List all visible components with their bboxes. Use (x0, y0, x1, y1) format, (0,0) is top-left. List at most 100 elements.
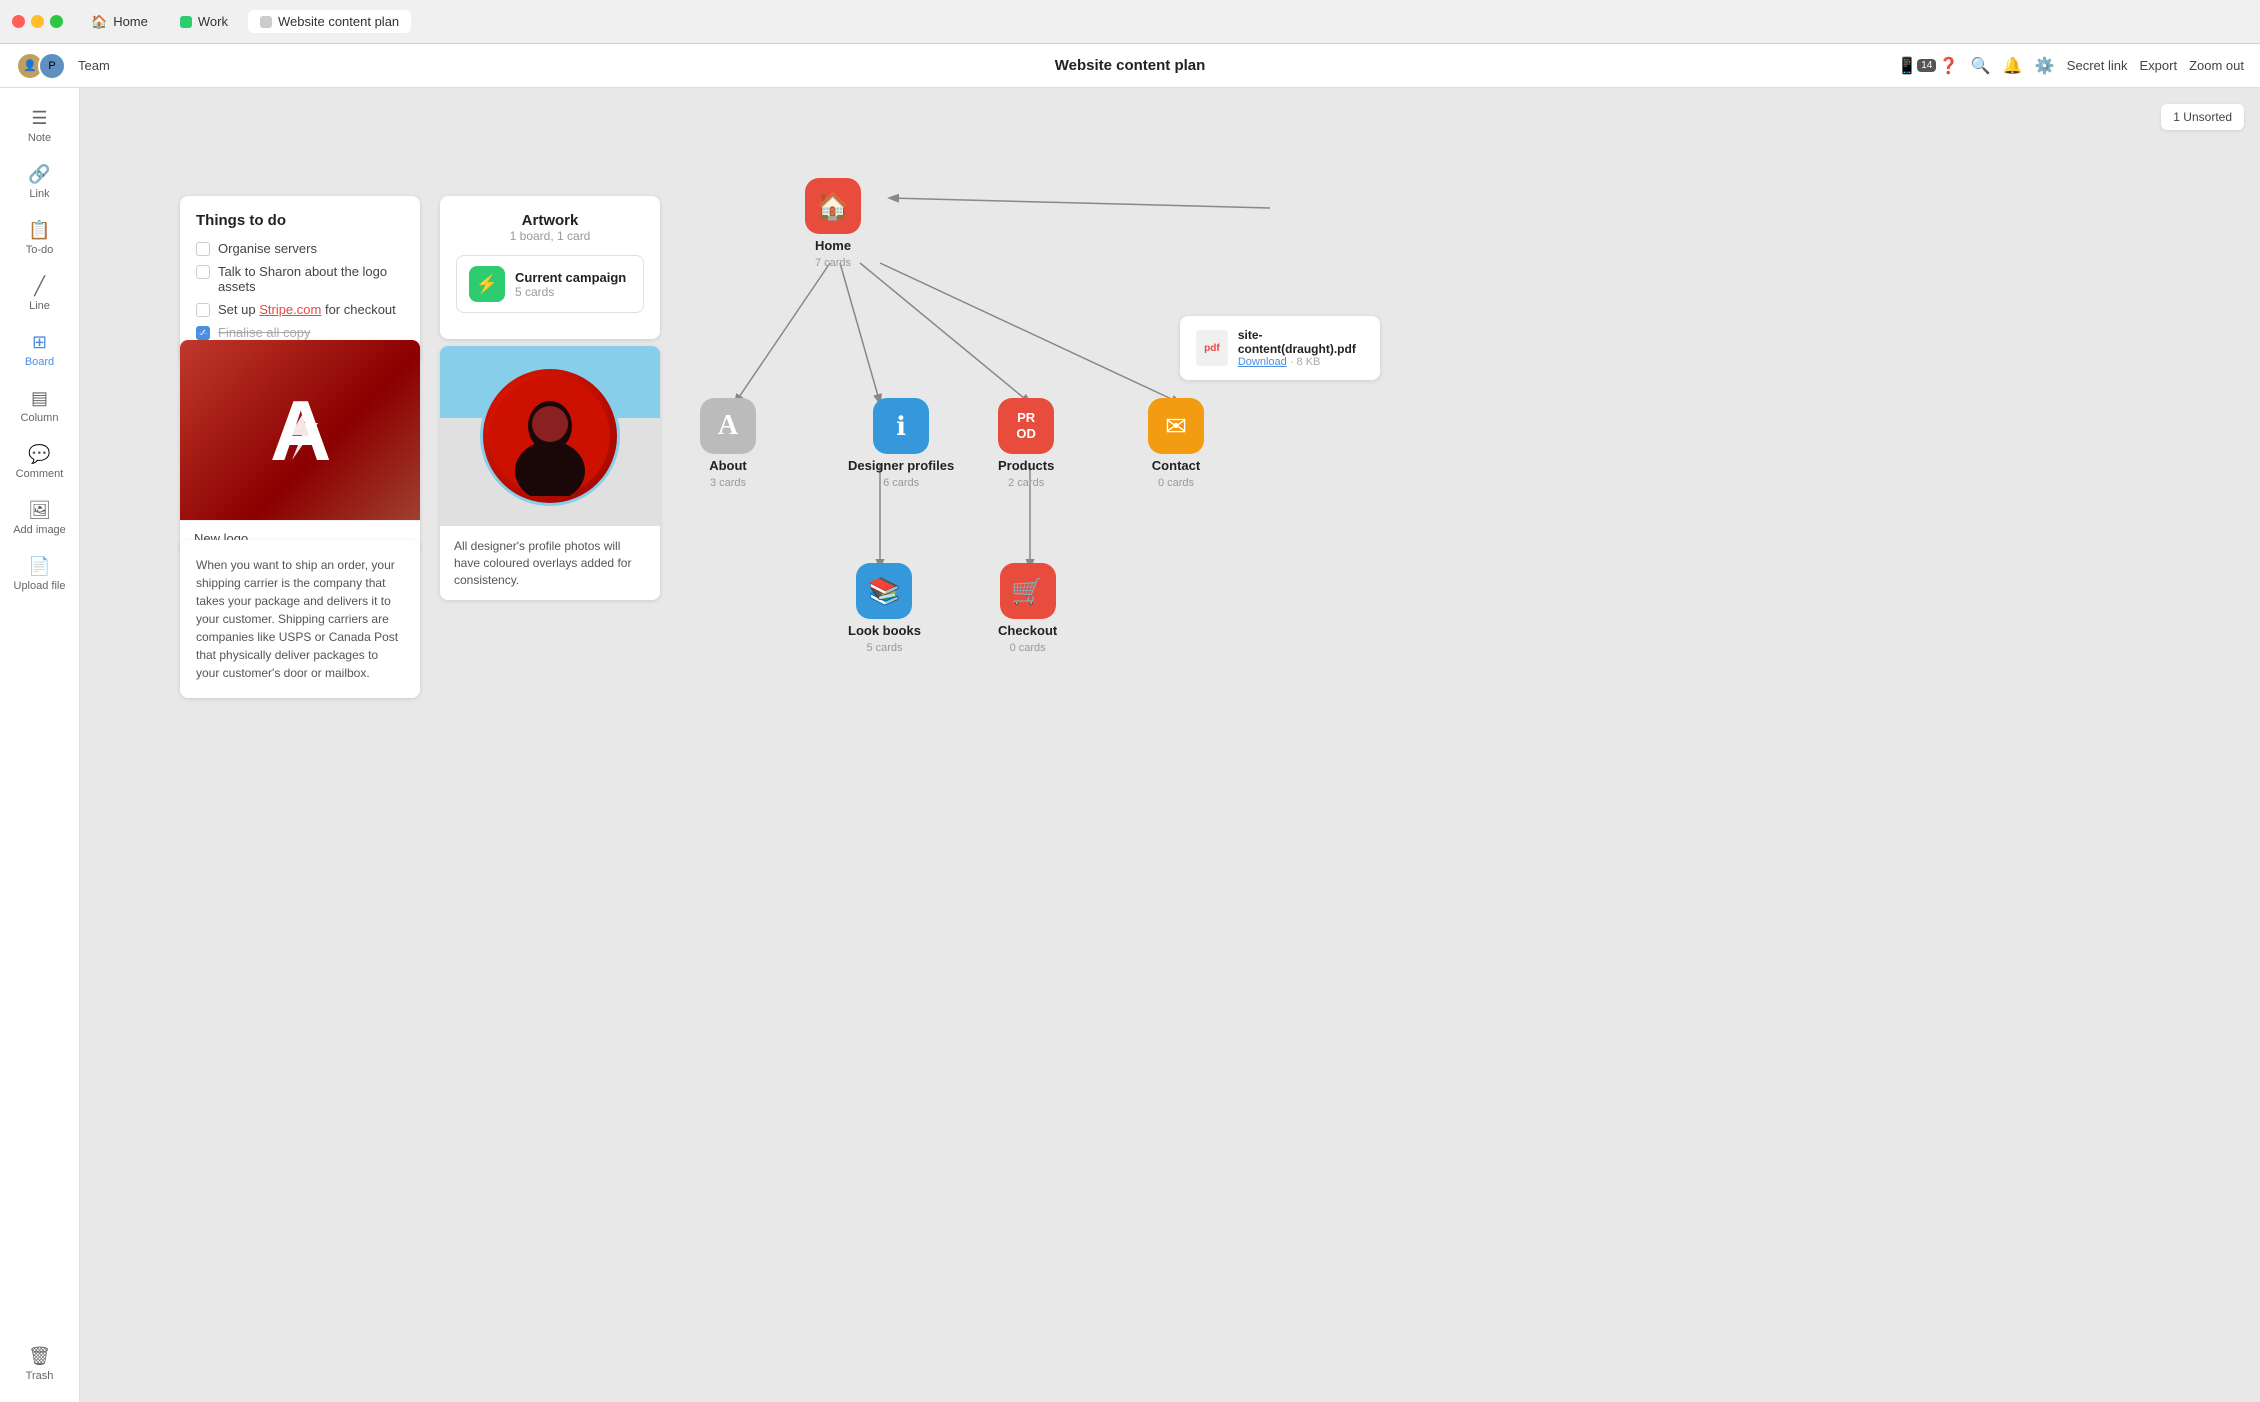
sidebar-label-column: Column (21, 412, 59, 424)
sidebar-label-upload: Upload file (14, 580, 66, 592)
bolt-logo-svg: A (260, 385, 340, 475)
checkbox-4[interactable]: ✓ (196, 326, 210, 340)
designer-icon: ℹ (873, 398, 929, 454)
secret-link-button[interactable]: Secret link (2067, 58, 2128, 73)
todo-item-2: Talk to Sharon about the logo assets (196, 264, 404, 294)
website-tab-label: Website content plan (278, 14, 399, 29)
photo-area (440, 346, 660, 526)
tab-home[interactable]: 🏠 Home (79, 10, 160, 34)
image-card[interactable]: A New logo (180, 340, 420, 556)
comment-icon: 💬 (28, 444, 50, 465)
node-lookbooks[interactable]: 📚 Look books 5 cards (848, 563, 921, 654)
photo-card[interactable]: All designer's profile photos will have … (440, 346, 660, 600)
about-sub: 3 cards (710, 477, 746, 489)
sidebar-item-note[interactable]: ☰ Note (0, 100, 79, 152)
text-card[interactable]: When you want to ship an order, your shi… (180, 540, 420, 698)
main-layout: ☰ Note 🔗 Link 📋 To-do ╱ Line ⊞ Board ▤ C… (0, 88, 2260, 1402)
sidebar-item-add-image[interactable]: 🖼 Add image (0, 492, 79, 544)
todo-item-3: Set up Stripe.com for checkout (196, 302, 404, 317)
about-icon: A (700, 398, 756, 454)
board-icon: ⊞ (32, 332, 47, 353)
website-tab-dot (260, 16, 272, 28)
mindmap: 🏠 Home 7 cards A About 3 cards ℹ Designe… (640, 168, 1400, 818)
node-contact[interactable]: ✉ Contact 0 cards (1148, 398, 1204, 489)
help-icon[interactable]: ❓ (1939, 56, 1959, 76)
sidebar-label-note: Note (28, 132, 51, 144)
tab-work[interactable]: Work (168, 10, 240, 33)
note-icon: ☰ (31, 108, 47, 129)
sidebar-label-trash: Trash (26, 1370, 54, 1382)
menubar: 👤 P Team Website content plan 📱 14 ❓ 🔍 🔔… (0, 44, 2260, 88)
checkout-icon: 🛒 (1000, 563, 1056, 619)
pdf-download-link[interactable]: Download (1238, 356, 1287, 368)
close-button[interactable] (12, 15, 25, 28)
unsorted-badge: 1 Unsorted (2161, 104, 2244, 130)
sidebar-item-board[interactable]: ⊞ Board (0, 324, 79, 376)
todo-card[interactable]: Things to do Organise servers Talk to Sh… (180, 196, 420, 364)
campaign-icon: ⚡ (469, 266, 505, 302)
sidebar-label-comment: Comment (16, 468, 64, 480)
campaign-info: Current campaign 5 cards (515, 270, 626, 299)
todo-item-4: ✓ Finalise all copy (196, 325, 404, 340)
contact-icon: ✉ (1148, 398, 1204, 454)
checkbox-1[interactable] (196, 242, 210, 256)
products-label: Products (998, 458, 1054, 473)
artwork-title: Artwork (456, 212, 644, 229)
photo-caption: All designer's profile photos will have … (440, 526, 660, 600)
sidebar-item-upload[interactable]: 📄 Upload file (0, 548, 79, 600)
settings-icon[interactable]: ⚙️ (2035, 56, 2055, 76)
tab-website[interactable]: Website content plan (248, 10, 411, 33)
upload-icon: 📄 (28, 556, 50, 577)
lookbooks-sub: 5 cards (866, 642, 902, 654)
lookbooks-label: Look books (848, 623, 921, 638)
sidebar-item-line[interactable]: ╱ Line (0, 268, 79, 320)
export-button[interactable]: Export (2140, 58, 2178, 73)
home-tab-icon: 🏠 (91, 14, 107, 30)
logo-image: A (180, 340, 420, 520)
campaign-row[interactable]: ⚡ Current campaign 5 cards (456, 255, 644, 313)
sidebar-item-trash[interactable]: 🗑 Trash (0, 1338, 79, 1390)
sidebar-item-todo[interactable]: 📋 To-do (0, 212, 79, 264)
text-content: When you want to ship an order, your shi… (196, 556, 404, 682)
canvas[interactable]: 1 Unsorted Things to do Organise servers… (80, 88, 2260, 1402)
bell-icon[interactable]: 🔔 (2003, 56, 2023, 76)
minimize-button[interactable] (31, 15, 44, 28)
designer-label: Designer profiles (848, 458, 954, 473)
sidebar-item-column[interactable]: ▤ Column (0, 380, 79, 432)
todo-item-1: Organise servers (196, 241, 404, 256)
node-designer[interactable]: ℹ Designer profiles 6 cards (848, 398, 954, 489)
artwork-card[interactable]: Artwork 1 board, 1 card ⚡ Current campai… (440, 196, 660, 339)
zoom-button[interactable]: Zoom out (2189, 58, 2244, 73)
sidebar-item-comment[interactable]: 💬 Comment (0, 436, 79, 488)
node-about[interactable]: A About 3 cards (700, 398, 756, 489)
home-label: Home (815, 238, 851, 253)
pdf-meta: Download · 8 KB (1238, 356, 1364, 368)
node-products[interactable]: PROD Products 2 cards (998, 398, 1054, 489)
checkbox-2[interactable] (196, 265, 210, 279)
menubar-right: 📱 14 ❓ 🔍 🔔 ⚙️ Secret link Export Zoom ou… (1907, 56, 2244, 76)
todo-icon: 📋 (28, 220, 50, 241)
checkout-sub: 0 cards (1010, 642, 1046, 654)
campaign-count: 5 cards (515, 285, 626, 299)
team-button[interactable]: Team (78, 58, 110, 73)
sidebar-label-add-image: Add image (13, 524, 66, 536)
checkbox-3[interactable] (196, 303, 210, 317)
device-icon: 📱 14 (1907, 56, 1927, 76)
traffic-lights (12, 15, 63, 28)
search-icon[interactable]: 🔍 (1971, 56, 1991, 76)
sidebar-label-board: Board (25, 356, 54, 368)
avatar-2: P (38, 52, 66, 80)
products-sub: 2 cards (1008, 477, 1044, 489)
maximize-button[interactable] (50, 15, 63, 28)
designer-sub: 6 cards (883, 477, 919, 489)
node-home[interactable]: 🏠 Home 7 cards (805, 178, 861, 269)
stripe-link[interactable]: Stripe.com (259, 302, 321, 317)
pdf-card[interactable]: pdf site-content(draught).pdf Download ·… (1180, 316, 1380, 380)
line-icon: ╱ (34, 276, 45, 297)
sidebar-item-link[interactable]: 🔗 Link (0, 156, 79, 208)
column-icon: ▤ (31, 388, 48, 409)
node-checkout[interactable]: 🛒 Checkout 0 cards (998, 563, 1057, 654)
sidebar: ☰ Note 🔗 Link 📋 To-do ╱ Line ⊞ Board ▤ C… (0, 88, 80, 1402)
profile-photo (480, 366, 620, 506)
home-icon: 🏠 (805, 178, 861, 234)
